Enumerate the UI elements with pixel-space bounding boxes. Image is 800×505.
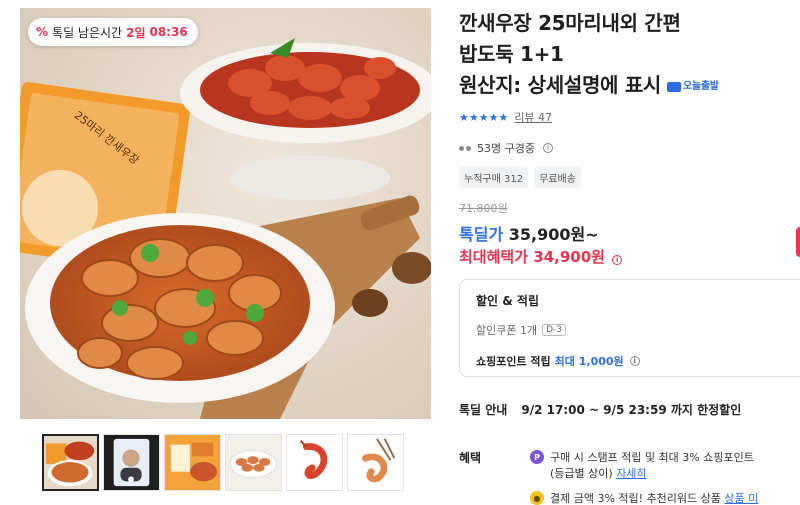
thumbnail-2-video[interactable] <box>103 434 160 491</box>
point-row: 쇼핑포인트 적립 최대 1,000원 i <box>476 353 800 369</box>
timer-days: 2일 <box>126 25 146 40</box>
discount-benefit-box: 할인 & 적립 할인쿠폰 1개 D-3 쇼핑포인트 적립 최대 1,000원 i <box>459 279 800 377</box>
original-price: 71,800원 <box>459 202 508 215</box>
timer-label: 톡딜 남은시간 <box>52 25 123 40</box>
title-line-2: 밥도둑 1+1 <box>459 42 564 66</box>
thumbnail-strip <box>42 434 404 491</box>
point-label: 쇼핑포인트 적립 <box>476 355 551 368</box>
deal-price-label: 톡딜가 <box>459 225 504 244</box>
perk-reward: ● 결제 금액 3% 적립! 추천리워드 상품 상품 미 <box>530 490 758 505</box>
truck-icon <box>667 81 682 92</box>
perk-2-text: 결제 금액 3% 적립! 추천리워드 상품 상품 미 <box>550 490 758 505</box>
point-value: 최대 1,000원 <box>554 355 624 368</box>
deal-guide-label: 톡딜 안내 <box>459 403 508 417</box>
thumbnail-4[interactable] <box>225 434 282 491</box>
deal-price-row: 톡딜가 35,900원~ <box>459 221 599 245</box>
deal-timer-badge: % 톡딜 남은시간 2일 08:36 <box>28 18 198 46</box>
deal-price-value: 35,900원~ <box>508 225 599 244</box>
tag-cumulative-purchases: 누적구매 312 <box>459 167 529 188</box>
purchase-button-edge[interactable] <box>796 227 800 257</box>
coin-icon: ● <box>530 491 544 505</box>
eyes-icon <box>459 145 471 151</box>
thumbnail-3[interactable] <box>164 434 221 491</box>
info-icon[interactable]: i <box>542 143 553 153</box>
coupon-dday-badge: D-3 <box>542 324 567 336</box>
percent-icon: % <box>36 25 49 39</box>
tag-free-shipping: 무료배송 <box>534 167 581 188</box>
star-rating-icon: ★★★★★ <box>459 110 509 124</box>
perk-stamp-points: P 구매 시 스탬프 적립 및 최대 3% 쇼핑포인트 (등급별 상이) 자세히 <box>530 449 754 481</box>
perks-label: 혜택 <box>459 451 482 465</box>
point-coin-icon: P <box>530 450 544 464</box>
today-dispatch-badge: 오늘출발 <box>667 71 719 102</box>
rating-row: ★★★★★ 리뷰 47 <box>459 109 552 125</box>
point-info-icon[interactable]: i <box>629 356 640 366</box>
perk-2-label: 결제 금액 3% 적립! 추천리워드 상품 <box>550 492 721 505</box>
watchers-count: 53명 구경중 <box>477 142 535 155</box>
product-photo: 25마리 깐새우장 <box>20 8 431 419</box>
perk-1-line-2: (등급별 상이) <box>550 467 613 480</box>
product-title: 깐새우장 25마리내외 간편 밥도둑 1+1 원산지: 상세설명에 표시 오늘출발 <box>459 8 800 102</box>
review-link[interactable]: 리뷰 47 <box>514 109 552 125</box>
timer-time: 08:36 <box>149 25 188 39</box>
perk-detail-link[interactable]: 자세히 <box>616 467 646 480</box>
perk-reward-link[interactable]: 상품 미 <box>724 492 758 505</box>
thumbnail-1[interactable] <box>42 434 99 491</box>
perk-1-text: 구매 시 스탬프 적립 및 최대 3% 쇼핑포인트 (등급별 상이) 자세히 <box>550 449 754 481</box>
deal-guide-period: 9/2 17:00 ~ 9/5 23:59 까지 한정할인 <box>521 403 742 417</box>
watchers-row: 53명 구경중 i <box>459 140 553 156</box>
max-benefit-row: 최대혜택가 34,900원 i <box>459 246 623 267</box>
max-benefit-value: 34,900원 <box>533 248 605 266</box>
title-line-1: 깐새우장 25마리내외 간편 <box>459 11 681 35</box>
today-dispatch-label: 오늘출발 <box>683 81 719 92</box>
thumbnail-6[interactable] <box>347 434 404 491</box>
deal-guide-row: 톡딜 안내 9/2 17:00 ~ 9/5 23:59 까지 한정할인 <box>459 401 741 418</box>
origin-text: 원산지: 상세설명에 표시 <box>459 73 662 97</box>
product-info: 깐새우장 25마리내외 간편 밥도둑 1+1 원산지: 상세설명에 표시 오늘출발… <box>459 8 800 505</box>
perk-1-line-1: 구매 시 스탬프 적립 및 최대 3% 쇼핑포인트 <box>550 451 754 464</box>
tag-list: 누적구매 312 무료배송 <box>459 167 581 188</box>
benefit-box-title: 할인 & 적립 <box>476 294 539 308</box>
coupon-row: 할인쿠폰 1개 D-3 <box>476 322 800 338</box>
coupon-label: 할인쿠폰 1개 <box>476 324 538 337</box>
title-line-3: 원산지: 상세설명에 표시 오늘출발 <box>459 70 800 102</box>
max-benefit-label: 최대혜택가 <box>459 248 529 266</box>
thumbnail-5[interactable] <box>286 434 343 491</box>
max-benefit-info-icon[interactable]: i <box>612 255 623 265</box>
main-product-image[interactable]: 25마리 깐새우장 % 톡딜 남은시간 2일 08:36 <box>20 8 431 419</box>
